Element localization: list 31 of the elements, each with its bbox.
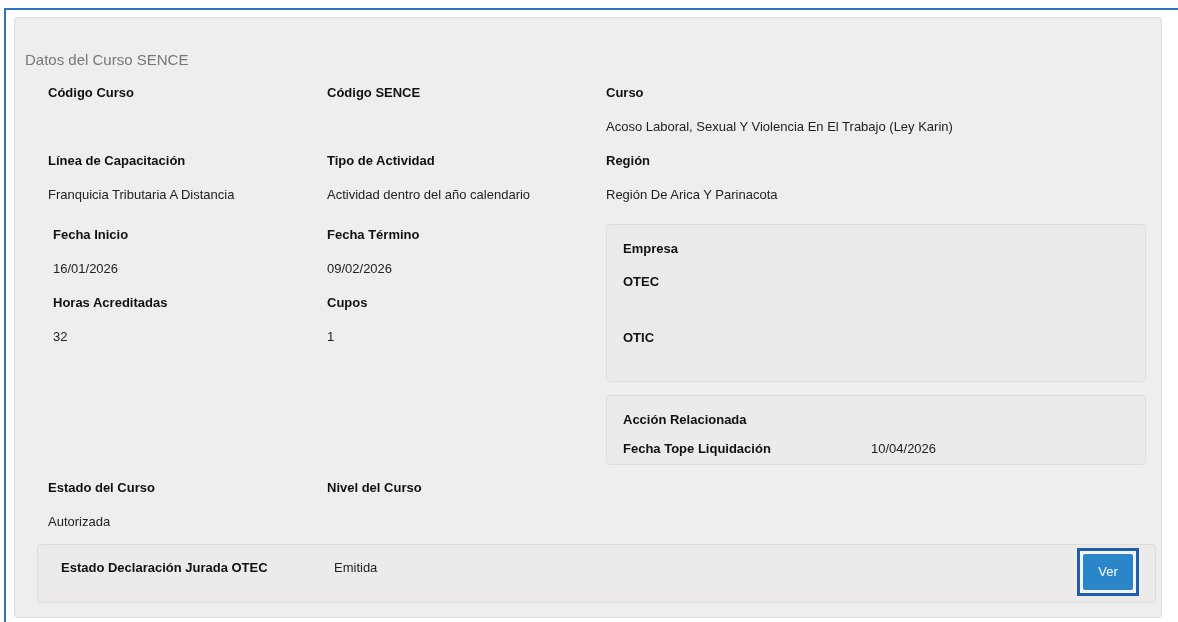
field-label: Región bbox=[606, 152, 651, 171]
field-value: Emitida bbox=[334, 559, 378, 578]
field-label: Fecha Inicio bbox=[53, 226, 129, 245]
field-value: 1 bbox=[327, 328, 335, 347]
field-label: Horas Acreditadas bbox=[53, 294, 168, 313]
card-title: Empresa bbox=[623, 240, 678, 259]
field-label: Código Curso bbox=[48, 84, 134, 103]
field-label: Estado del Curso bbox=[48, 479, 155, 498]
field-label: Estado Declaración Jurada OTEC bbox=[61, 559, 268, 578]
view-button[interactable]: Ver bbox=[1083, 554, 1133, 590]
field-label: Tipo de Actividad bbox=[327, 152, 435, 171]
card-title: Acción Relacionada bbox=[623, 411, 747, 430]
field-label: Línea de Capacitación bbox=[48, 152, 186, 171]
field-label: OTEC bbox=[623, 273, 660, 291]
field-label: Cupos bbox=[327, 294, 368, 313]
field-label: Fecha Tope Liquidación bbox=[623, 440, 772, 459]
field-value: 10/04/2026 bbox=[871, 440, 937, 459]
field-label: OTIC bbox=[623, 329, 655, 347]
field-value: Autorizada bbox=[48, 513, 111, 532]
field-value: 16/01/2026 bbox=[53, 260, 119, 279]
field-label: Curso bbox=[606, 84, 644, 103]
field-value: Acoso Laboral, Sexual Y Violencia En El Trabajo (Ley Karin) bbox=[606, 118, 953, 137]
field-value: Franquicia Tributaria A Distancia bbox=[48, 186, 235, 205]
field-label: Código SENCE bbox=[327, 84, 421, 103]
field-label: Fecha Término bbox=[327, 226, 420, 245]
field-label: Nivel del Curso bbox=[327, 479, 422, 498]
field-value: 32 bbox=[53, 328, 68, 347]
section-title: Datos del Curso SENCE bbox=[25, 49, 189, 70]
field-value: Región De Arica Y Parinacota bbox=[606, 186, 778, 205]
field-value: 09/02/2026 bbox=[327, 260, 393, 279]
field-value: Actividad dentro del año calendario bbox=[327, 186, 531, 205]
